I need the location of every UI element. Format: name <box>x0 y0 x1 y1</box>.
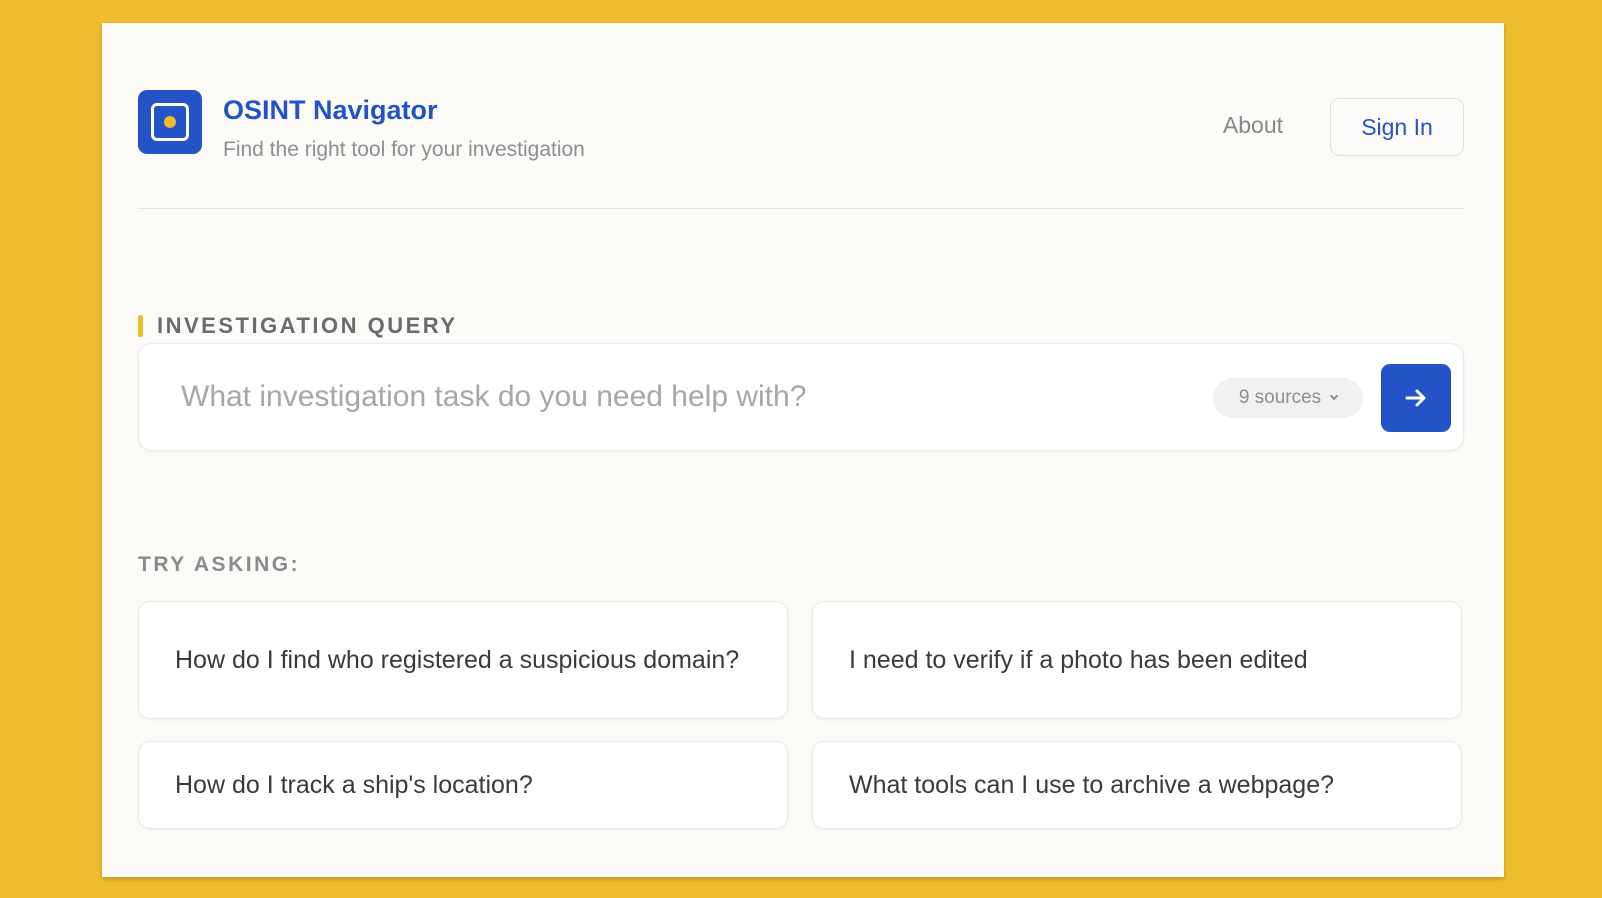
accent-bar <box>138 315 143 337</box>
suggestion-card[interactable]: How do I find who registered a suspiciou… <box>138 601 788 719</box>
try-asking-label: TRY ASKING: <box>138 553 301 576</box>
suggestion-text: How do I find who registered a suspiciou… <box>175 646 740 674</box>
about-link[interactable]: About <box>1223 112 1283 139</box>
suggestion-text: How do I track a ship's location? <box>175 771 533 799</box>
query-box: 9 sources <box>138 343 1464 451</box>
query-section-label: INVESTIGATION QUERY <box>138 313 458 339</box>
app-logo-icon <box>138 90 202 154</box>
sources-dropdown[interactable]: 9 sources <box>1213 378 1363 418</box>
app-title: OSINT Navigator <box>223 95 438 125</box>
suggestion-card[interactable]: I need to verify if a photo has been edi… <box>812 601 1462 719</box>
suggestion-text: I need to verify if a photo has been edi… <box>849 646 1308 674</box>
arrow-right-icon <box>1405 389 1426 407</box>
logo-dot <box>164 116 176 128</box>
submit-button[interactable] <box>1381 364 1451 432</box>
logo-frame <box>151 103 189 141</box>
sign-in-button[interactable]: Sign In <box>1330 98 1464 156</box>
sources-label: 9 sources <box>1238 387 1322 408</box>
chevron-down-icon <box>1329 391 1339 401</box>
query-section-label-text: INVESTIGATION QUERY <box>157 313 458 338</box>
suggestion-card[interactable]: How do I track a ship's location? <box>138 741 788 829</box>
suggestion-text: What tools can I use to archive a webpag… <box>849 771 1335 799</box>
header: OSINT Navigator Find the right tool for … <box>138 67 1464 209</box>
suggestion-card[interactable]: What tools can I use to archive a webpag… <box>812 741 1462 829</box>
query-input[interactable] <box>181 374 1131 420</box>
app-window: OSINT Navigator Find the right tool for … <box>102 23 1504 877</box>
app-subtitle: Find the right tool for your investigati… <box>223 138 585 161</box>
